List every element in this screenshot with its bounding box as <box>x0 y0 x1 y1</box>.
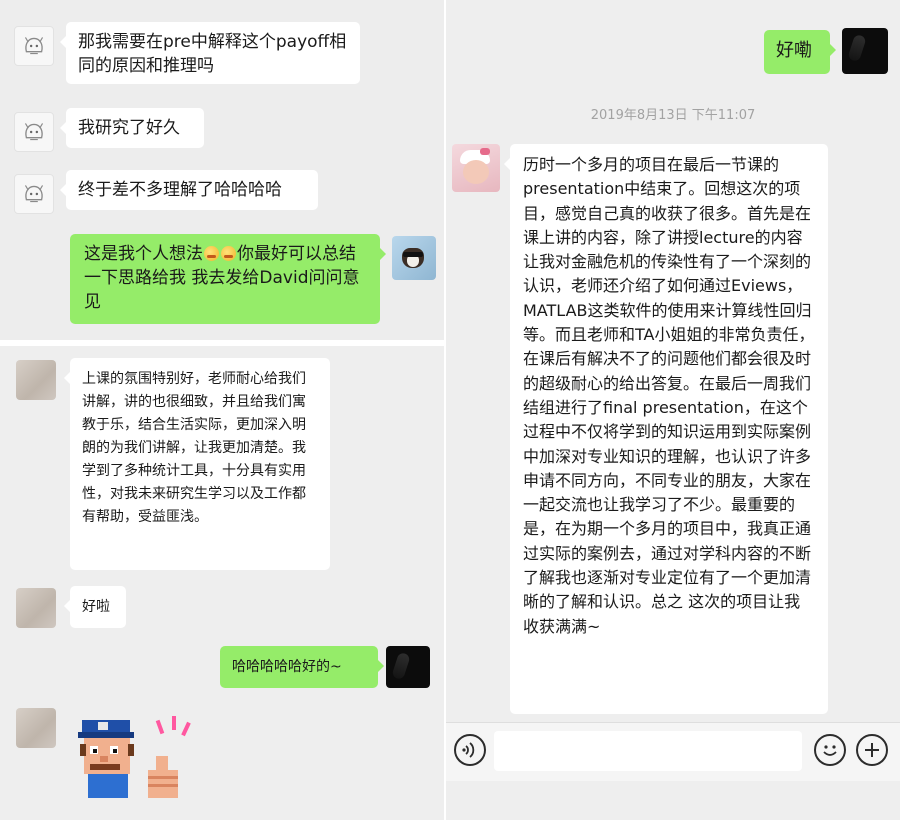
message-bubble-received[interactable]: 终于差不多理解了哈哈哈哈 <box>60 170 318 210</box>
contact-avatar[interactable] <box>14 174 54 214</box>
pixel-thumbs-up-sticker[interactable] <box>76 706 206 804</box>
sketch-face-icon <box>24 37 44 55</box>
voice-icon <box>462 742 475 758</box>
message-input[interactable] <box>494 731 802 771</box>
contact-avatar[interactable] <box>16 360 56 400</box>
facepalm-emoji-icon <box>221 246 236 261</box>
message-bubble-sent[interactable]: 好嘞 <box>764 30 836 74</box>
voice-toggle-button[interactable] <box>454 734 486 766</box>
message-text: 好嘞 <box>776 40 812 61</box>
message-text-part: 这是我个人想法 <box>84 244 203 264</box>
sketch-face-icon <box>24 185 44 203</box>
message-timestamp: 2019年8月13日 下午11:07 <box>590 108 756 123</box>
emoji-icon <box>823 745 837 756</box>
contact-avatar[interactable] <box>16 588 56 628</box>
message-text: 哈哈哈哈哈好的~ <box>232 659 342 675</box>
message-bubble-received[interactable]: 我研究了好久 <box>60 108 204 148</box>
my-avatar[interactable] <box>392 236 436 280</box>
chat-panel-top-left: 那我需要在pre中解释这个payoff相同的原因和推理吗 我研究了好久 终于差不… <box>0 0 444 340</box>
my-avatar[interactable] <box>842 28 888 74</box>
message-text: 历时一个多月的项目在最后一节课的presentation中结束了。回想这次的项目… <box>523 155 815 636</box>
message-bubble-sent[interactable]: 哈哈哈哈哈好的~ <box>220 646 384 688</box>
message-text: 上课的氛围特别好，老师耐心给我们讲解，讲的也很细致，并且给我们寓教于乐，结合生活… <box>82 371 306 525</box>
contact-avatar[interactable] <box>16 708 56 748</box>
message-bubble-received[interactable]: 历时一个多月的项目在最后一节课的presentation中结束了。回想这次的项目… <box>504 144 828 714</box>
message-text: 好啦 <box>82 599 110 615</box>
contact-avatar[interactable] <box>14 26 54 66</box>
my-avatar[interactable] <box>386 646 430 688</box>
message-text: 那我需要在pre中解释这个payoff相同的原因和推理吗 <box>78 32 347 76</box>
chat-panel-right: 好嘞 2019年8月13日 下午11:07 历时一个多月的项目在最后一节课的pr… <box>446 0 900 820</box>
emoji-button[interactable] <box>814 734 846 766</box>
chat-panel-bottom-left: 上课的氛围特别好，老师耐心给我们讲解，讲的也很细致，并且给我们寓教于乐，结合生活… <box>0 346 444 820</box>
more-options-button[interactable] <box>856 734 888 766</box>
contact-avatar[interactable] <box>452 144 500 192</box>
sketch-face-icon <box>24 123 44 141</box>
message-bubble-sent[interactable]: 这是我个人想法 你最好可以总结一下思路给我 我去发给David问问意见 <box>70 234 386 324</box>
message-bubble-received[interactable]: 好啦 <box>64 586 126 628</box>
facepalm-emoji-icon <box>204 246 219 261</box>
chat-input-bar <box>446 722 900 781</box>
plus-icon <box>865 743 879 757</box>
message-bubble-received[interactable]: 那我需要在pre中解释这个payoff相同的原因和推理吗 <box>60 22 360 84</box>
message-text: 我研究了好久 <box>78 118 180 138</box>
message-bubble-received[interactable]: 上课的氛围特别好，老师耐心给我们讲解，讲的也很细致，并且给我们寓教于乐，结合生活… <box>64 358 330 570</box>
contact-avatar[interactable] <box>14 112 54 152</box>
message-text: 终于差不多理解了哈哈哈哈 <box>78 180 282 200</box>
